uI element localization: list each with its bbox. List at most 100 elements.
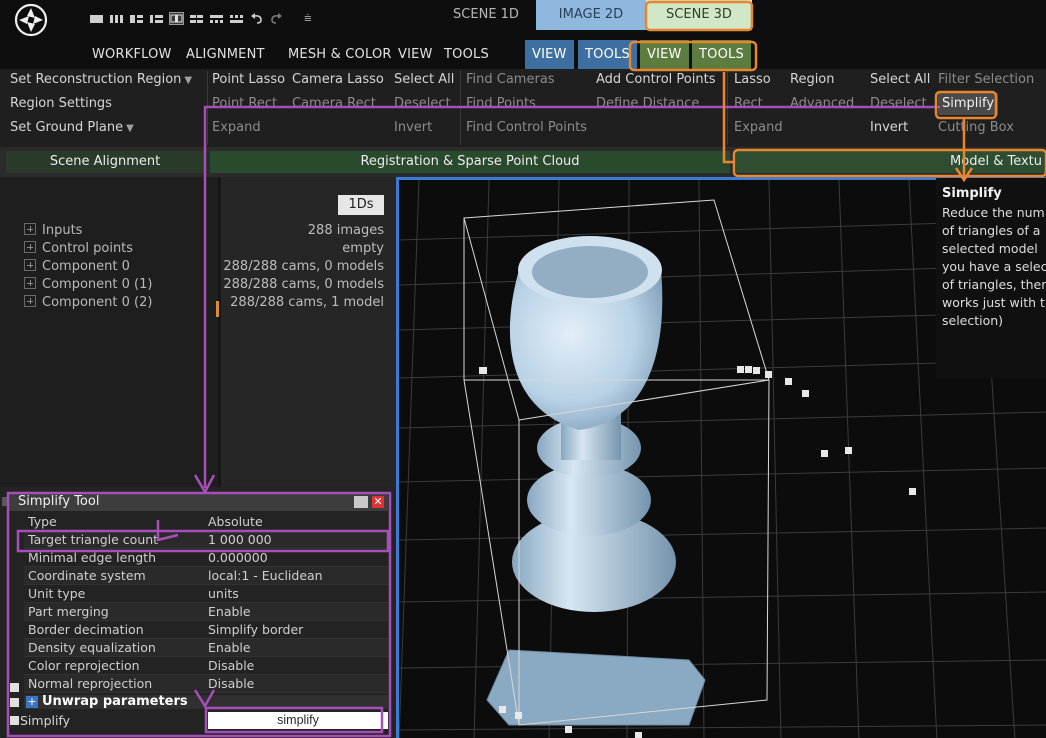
add-control-points-button[interactable]: Add Control Points: [596, 69, 715, 91]
prop-type[interactable]: Type Absolute: [24, 513, 388, 531]
invert-points-button[interactable]: Invert: [394, 117, 432, 139]
tree-item-component-0-2[interactable]: Component 0 (2): [24, 294, 152, 312]
prop-normal-reprojection[interactable]: Normal reprojection Disable: [24, 675, 388, 693]
layout-3-icon[interactable]: [130, 13, 143, 24]
expand-icon[interactable]: [24, 295, 36, 307]
dropdown-caret-icon: ▼: [126, 123, 134, 134]
layout-1-icon[interactable]: [90, 13, 103, 24]
dock-icon[interactable]: [354, 496, 368, 508]
point-rect-button[interactable]: Point Rect: [212, 93, 277, 115]
menu-alignment[interactable]: ALIGNMENT: [186, 40, 265, 69]
customize-toolbar-icon[interactable]: ⩧: [304, 11, 312, 26]
menu-tools[interactable]: TOOLS: [444, 40, 489, 69]
deselect-model-button[interactable]: Deselect: [870, 93, 927, 115]
select-all-model-button[interactable]: Select All: [870, 69, 930, 91]
expand-icon[interactable]: [24, 241, 36, 253]
dropdown-caret-icon: ▼: [184, 75, 193, 86]
badge-1ds[interactable]: 1Ds: [338, 195, 384, 215]
menu-view-2d[interactable]: VIEW: [525, 40, 574, 69]
select-all-points-button[interactable]: Select All: [394, 69, 454, 91]
expand-icon[interactable]: [24, 223, 36, 235]
lasso-button[interactable]: Lasso: [734, 69, 771, 91]
menu-view-3d[interactable]: VIEW: [640, 40, 689, 69]
redo-icon[interactable]: [270, 12, 283, 24]
find-points-button[interactable]: Find Points: [466, 93, 536, 115]
prop-value[interactable]: 0.000000: [208, 549, 268, 567]
prop-minimal-edge-length[interactable]: Minimal edge length 0.000000: [24, 549, 388, 567]
tab-image-2d[interactable]: IMAGE 2D: [536, 0, 646, 30]
region-button[interactable]: Region: [790, 69, 835, 91]
expand-model-button[interactable]: Expand: [734, 117, 783, 139]
prop-color-reprojection[interactable]: Color reprojection Disable: [24, 657, 388, 675]
undo-icon[interactable]: [250, 12, 263, 24]
model-vase[interactable]: [486, 236, 706, 726]
tree-item-label: Inputs: [42, 223, 83, 238]
prop-value[interactable]: Enable: [208, 603, 251, 621]
layout-2-icon[interactable]: [110, 13, 123, 24]
collapse-icon[interactable]: [2, 497, 8, 506]
tree-item-inputs[interactable]: Inputs: [24, 222, 82, 240]
filter-selection-button[interactable]: Filter Selection: [938, 69, 1034, 91]
menu-view[interactable]: VIEW: [398, 40, 433, 69]
prop-name: Part merging: [28, 604, 109, 619]
camera-lasso-button[interactable]: Camera Lasso: [292, 69, 384, 91]
prop-target-triangle-count[interactable]: Target triangle count 1 000 000: [24, 531, 388, 549]
unwrap-parameters-section[interactable]: + Unwrap parameters: [24, 695, 388, 709]
prop-value[interactable]: Absolute: [208, 513, 263, 531]
prop-value[interactable]: units: [208, 585, 239, 603]
side-panel-icon[interactable]: [10, 683, 19, 692]
tree-item-component-0-1[interactable]: Component 0 (1): [24, 276, 152, 294]
set-ground-plane-button[interactable]: Set Ground Plane ▼: [10, 117, 134, 139]
find-cameras-button[interactable]: Find Cameras: [466, 69, 555, 91]
prop-part-merging[interactable]: Part merging Enable: [24, 603, 388, 621]
layout-6-icon[interactable]: [190, 13, 203, 24]
tooltip-line: of triangles of a: [942, 223, 1041, 238]
prop-value[interactable]: Simplify border: [208, 621, 303, 639]
prop-value[interactable]: Disable: [208, 657, 254, 675]
prop-density-equalization[interactable]: Density equalization Enable: [24, 639, 388, 657]
tree-item-control-points[interactable]: Control points: [24, 240, 133, 258]
expand-points-button[interactable]: Expand: [212, 117, 261, 139]
prop-value[interactable]: Enable: [208, 639, 251, 657]
layout-8-icon[interactable]: [230, 13, 243, 24]
layout-7-icon[interactable]: [210, 13, 223, 24]
region-settings-button[interactable]: Region Settings: [10, 93, 112, 115]
set-reconstruction-region-button[interactable]: Set Reconstruction Region ▼: [10, 69, 192, 91]
close-icon[interactable]: ✕: [372, 496, 384, 508]
advanced-button[interactable]: Advanced: [790, 93, 854, 115]
prop-unit-type[interactable]: Unit type units: [24, 585, 388, 603]
point-lasso-button[interactable]: Point Lasso: [212, 69, 285, 91]
prop-value[interactable]: local:1 - Euclidean: [208, 567, 323, 585]
deselect-points-button[interactable]: Deselect: [394, 93, 451, 115]
side-panel-icon[interactable]: [10, 698, 19, 707]
prop-value[interactable]: Disable: [208, 675, 254, 693]
find-control-points-button[interactable]: Find Control Points: [466, 117, 587, 139]
menu-tools-3d[interactable]: TOOLS: [692, 40, 751, 69]
tab-scene-3d[interactable]: SCENE 3D: [646, 0, 752, 30]
simplify-ribbon-button[interactable]: Simplify: [938, 93, 999, 115]
expand-icon[interactable]: [24, 259, 36, 271]
info-component-0-1: 288/288 cams, 0 models: [223, 277, 384, 292]
tree-item-component-0[interactable]: Component 0: [24, 258, 130, 276]
define-distance-button[interactable]: Define Distance: [596, 93, 699, 115]
title-bar: ⩧ SCENE 1D IMAGE 2D SCENE 3D: [0, 0, 1046, 40]
cutting-box-button[interactable]: Cutting Box: [938, 117, 1014, 139]
layout-5-icon[interactable]: [169, 11, 184, 25]
rect-button[interactable]: Rect: [734, 93, 763, 115]
invert-model-button[interactable]: Invert: [870, 117, 908, 139]
prop-border-decimation[interactable]: Border decimation Simplify border: [24, 621, 388, 639]
expand-icon[interactable]: [24, 277, 36, 289]
simplify-tool-panel: Simplify Tool ✕ Type Absolute Target tria…: [0, 487, 396, 738]
menu-workflow[interactable]: WORKFLOW: [92, 40, 172, 69]
expand-icon[interactable]: +: [26, 696, 38, 708]
menu-tools-2d[interactable]: TOOLS: [578, 40, 637, 69]
layout-4-icon[interactable]: [150, 13, 163, 24]
menu-mesh-color[interactable]: MESH & COLOR: [288, 40, 392, 69]
tooltip-line: of triangles, ther: [942, 277, 1046, 292]
tab-scene-1d[interactable]: SCENE 1D: [436, 0, 536, 30]
prop-coordinate-system[interactable]: Coordinate system local:1 - Euclidean: [24, 567, 388, 585]
prop-value[interactable]: 1 000 000: [208, 531, 272, 549]
side-panel-icon[interactable]: [10, 716, 19, 725]
camera-rect-button[interactable]: Camera Rect: [292, 93, 376, 115]
simplify-button[interactable]: simplify: [208, 712, 388, 729]
